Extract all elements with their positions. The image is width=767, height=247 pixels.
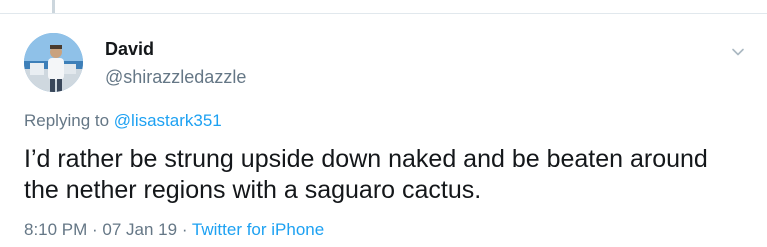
avatar-image bbox=[24, 33, 83, 92]
meta-separator: · bbox=[87, 220, 103, 239]
chevron-down-icon[interactable] bbox=[730, 44, 746, 60]
tweet-source-link[interactable]: Twitter for iPhone bbox=[192, 220, 324, 239]
tweet-divider bbox=[0, 13, 767, 14]
author-handle[interactable]: @shirazzledazzle bbox=[105, 66, 246, 88]
tweet-date[interactable]: 07 Jan 19 bbox=[102, 220, 177, 239]
tweet-text: I’d rather be strung upside down naked a… bbox=[24, 145, 708, 204]
reply-context: Replying to @lisastark351 bbox=[24, 110, 222, 132]
thread-connector-line bbox=[52, 0, 55, 13]
avatar[interactable] bbox=[24, 33, 83, 92]
reply-mention-link[interactable]: @lisastark351 bbox=[114, 111, 222, 130]
author-display-name[interactable]: David bbox=[105, 38, 154, 60]
reply-context-prefix: Replying to bbox=[24, 111, 114, 130]
meta-separator: · bbox=[177, 220, 192, 239]
tweet-time[interactable]: 8:10 PM bbox=[24, 220, 87, 239]
tweet-meta: 8:10 PM · 07 Jan 19 · Twitter for iPhone bbox=[24, 219, 324, 241]
